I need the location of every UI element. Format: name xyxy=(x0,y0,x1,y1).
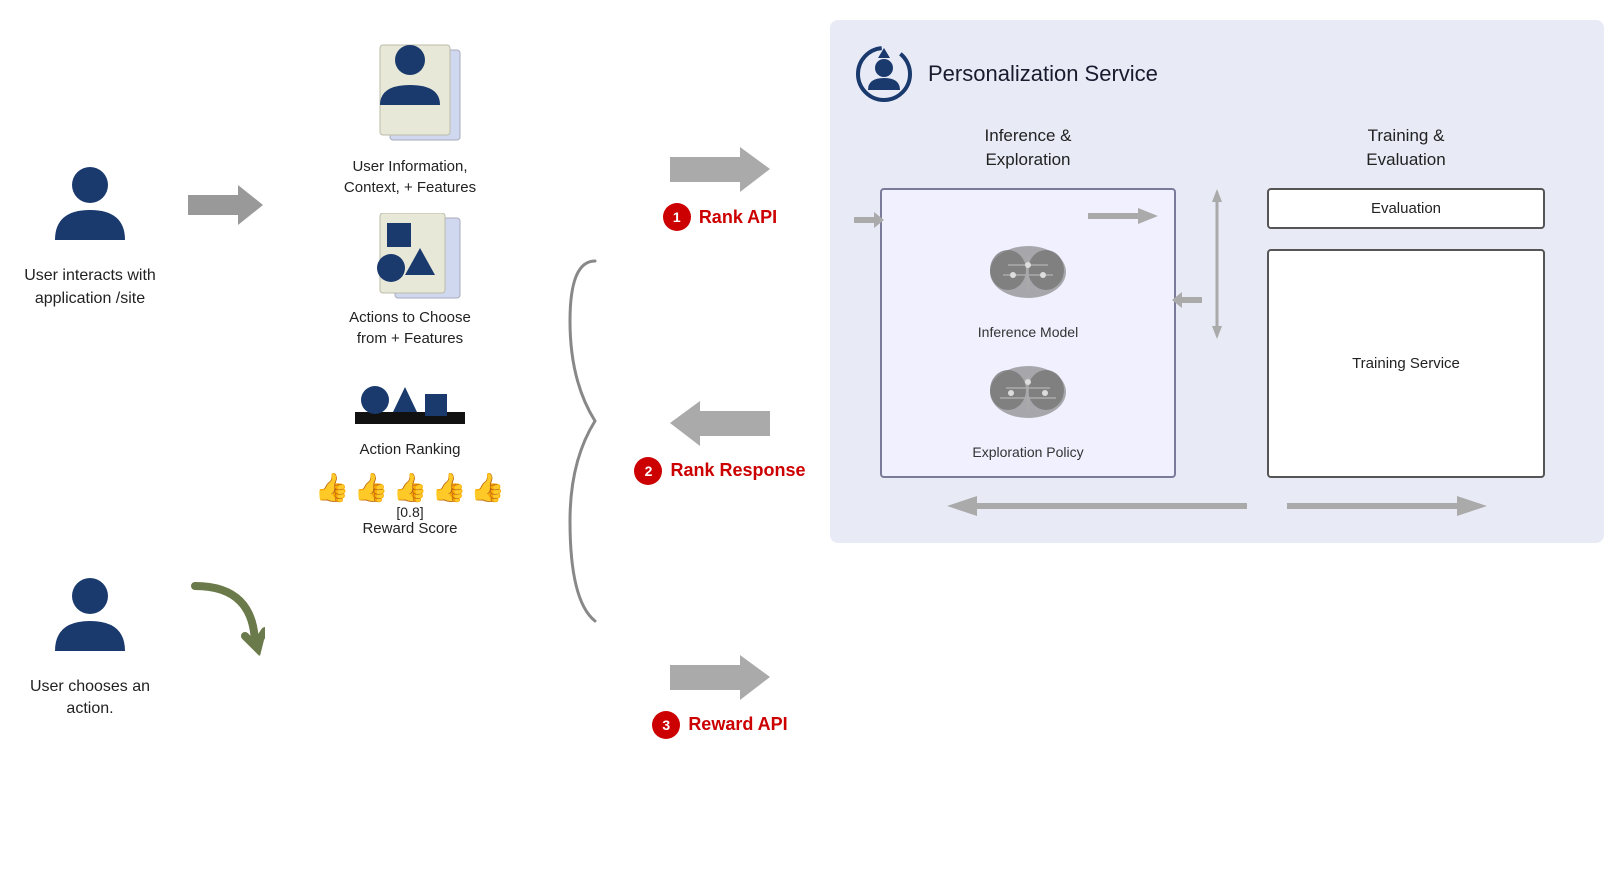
user1-label: User interacts with application /site xyxy=(24,265,156,310)
exploration-policy-visual xyxy=(978,360,1078,430)
personalization-section: Personalization Service Inference & Expl… xyxy=(830,0,1624,881)
ranking-label: Action Ranking xyxy=(360,441,461,458)
user-block-bottom: User chooses an action. xyxy=(30,571,150,721)
training-service-label: Training Service xyxy=(1352,355,1460,372)
training-title: Training & Evaluation xyxy=(1366,124,1445,172)
thumbs-row: 👍 👍 👍 👍 👍 xyxy=(315,471,505,504)
thumb1: 👍 xyxy=(315,471,350,504)
ps-inner-cols: Inference & Exploration xyxy=(854,124,1580,478)
inference-box: Inference Model xyxy=(880,188,1175,478)
user-icon-bottom xyxy=(45,571,135,666)
actions-block: Actions to Choose from + Features xyxy=(345,213,475,349)
reward-label: Reward Score xyxy=(362,520,457,537)
bottom-arrows-row xyxy=(854,494,1580,519)
brace-section xyxy=(550,0,610,881)
left-section: User interacts with application /site Us… xyxy=(0,0,180,881)
reward-block: 👍 👍 👍 👍 👍 [0.8] Reward Score xyxy=(315,471,505,537)
ps-title-row: Personalization Service xyxy=(854,44,1580,104)
ranking-block: Action Ranking xyxy=(345,362,475,458)
reward-api-block: 3 Reward API xyxy=(652,650,787,739)
reward-api-number: 3 xyxy=(652,711,680,739)
ps-icon xyxy=(854,44,914,104)
api-section: 1 Rank API 2 Rank Response 3 Reward API xyxy=(610,0,830,881)
user-block-top: User interacts with application /site xyxy=(24,160,156,310)
thumb5: 👍 xyxy=(470,471,505,504)
inference-model-label: Inference Model xyxy=(978,324,1078,340)
inference-model-visual xyxy=(978,240,1078,310)
inference-title: Inference & Exploration xyxy=(985,124,1072,172)
transition-arrows xyxy=(180,0,270,881)
into-inference-arrow xyxy=(854,210,884,235)
arrow-right-icon xyxy=(188,180,263,235)
rank-api-number: 1 xyxy=(663,203,691,231)
actions-label: Actions to Choose from + Features xyxy=(349,307,471,349)
evaluation-label: Evaluation xyxy=(1371,200,1441,217)
from-training-arrow xyxy=(1172,290,1202,315)
user-icon-top xyxy=(45,160,135,255)
evaluation-box: Evaluation xyxy=(1267,188,1546,229)
personalization-box: Personalization Service Inference & Expl… xyxy=(830,20,1604,543)
training-column: Training & Evaluation Evaluation Trainin… xyxy=(1232,124,1580,478)
features-visual xyxy=(345,30,475,150)
features-label: User Information, Context, + Features xyxy=(344,156,476,198)
thumb3: 👍 xyxy=(393,471,428,504)
ps-title: Personalization Service xyxy=(928,61,1158,87)
rank-response-number: 2 xyxy=(634,457,662,485)
rank-response-block: 2 Rank Response xyxy=(634,396,805,485)
rank-response-text: Rank Response xyxy=(670,460,805,481)
user2-label: User chooses an action. xyxy=(30,676,150,721)
middle-content: User Information, Context, + Features xyxy=(270,0,550,881)
features-block: User Information, Context, + Features xyxy=(344,30,476,198)
ps-between-arrows xyxy=(1202,124,1232,478)
reward-score-value: [0.8] xyxy=(396,504,423,520)
main-container: User interacts with application /site Us… xyxy=(0,0,1624,881)
exploration-policy-label: Exploration Policy xyxy=(972,444,1083,460)
reward-api-text: Reward API xyxy=(688,714,787,735)
training-service-box: Training Service xyxy=(1267,249,1546,478)
rank-api-block: 1 Rank API xyxy=(663,142,777,231)
rank-api-text: Rank API xyxy=(699,207,777,228)
thumb2: 👍 xyxy=(354,471,389,504)
inference-column: Inference & Exploration xyxy=(854,124,1202,478)
thumb4: 👍 xyxy=(431,471,466,504)
curved-arrow-icon xyxy=(185,576,265,681)
actions-visual xyxy=(345,213,475,303)
ranking-visual xyxy=(345,362,475,437)
